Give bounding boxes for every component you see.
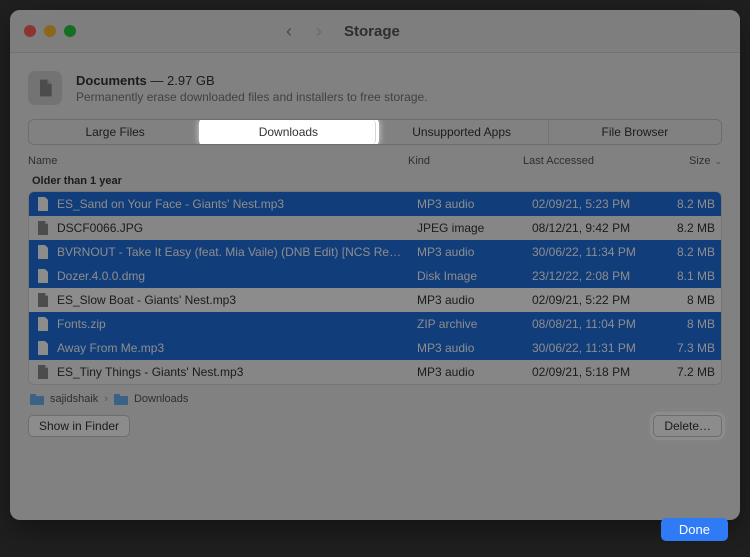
audio-file-icon <box>35 340 51 356</box>
table-row[interactable]: DSCF0066.JPGJPEG image08/12/21, 9:42 PM8… <box>29 216 721 240</box>
file-size: 8.2 MB <box>660 245 715 259</box>
folder-icon <box>30 394 44 405</box>
col-size[interactable]: Size⌄ <box>657 155 722 167</box>
file-list: ES_Sand on Your Face - Giants' Nest.mp3M… <box>28 191 722 385</box>
col-kind[interactable]: Kind <box>408 155 523 167</box>
nav-back-icon[interactable]: ‹ <box>286 21 292 42</box>
file-kind: MP3 audio <box>417 365 532 379</box>
dmg-file-icon <box>35 268 51 284</box>
col-last-accessed[interactable]: Last Accessed <box>523 155 657 167</box>
delete-button[interactable]: Delete… <box>653 415 722 437</box>
breadcrumb[interactable]: sajidshaik › Downloads <box>30 393 720 405</box>
table-row[interactable]: Fonts.zipZIP archive08/08/21, 11:04 PM8 … <box>29 312 721 336</box>
zoom-icon[interactable] <box>64 25 76 37</box>
table-row[interactable]: Away From Me.mp3MP3 audio30/06/22, 11:31… <box>29 336 721 360</box>
file-name: ES_Sand on Your Face - Giants' Nest.mp3 <box>57 197 417 211</box>
file-name: BVRNOUT - Take It Easy (feat. Mia Vaile)… <box>57 245 417 259</box>
nav-forward-icon[interactable]: › <box>316 21 322 42</box>
done-button[interactable]: Done <box>661 518 728 541</box>
column-headers: Name Kind Last Accessed Size⌄ <box>28 155 722 167</box>
file-date: 30/06/22, 11:31 PM <box>532 341 660 355</box>
file-date: 02/09/21, 5:23 PM <box>532 197 660 211</box>
file-kind: MP3 audio <box>417 245 532 259</box>
file-kind: MP3 audio <box>417 293 532 307</box>
file-size: 8 MB <box>660 317 715 331</box>
file-date: 02/09/21, 5:22 PM <box>532 293 660 307</box>
zip-file-icon <box>35 316 51 332</box>
file-name: Dozer.4.0.0.dmg <box>57 269 417 283</box>
table-row[interactable]: BVRNOUT - Take It Easy (feat. Mia Vaile)… <box>29 240 721 264</box>
documents-icon <box>28 71 62 105</box>
file-date: 08/12/21, 9:42 PM <box>532 221 660 235</box>
audio-file-icon <box>35 196 51 212</box>
folder-icon <box>114 394 128 405</box>
window-controls <box>24 25 76 37</box>
file-size: 8 MB <box>660 293 715 307</box>
file-name: DSCF0066.JPG <box>57 221 417 235</box>
window-title: Storage <box>344 23 400 40</box>
audio-file-icon <box>35 364 51 380</box>
tab-large-files[interactable]: Large Files <box>29 120 202 144</box>
chevron-down-icon: ⌄ <box>714 156 722 167</box>
file-date: 30/06/22, 11:34 PM <box>532 245 660 259</box>
file-kind: MP3 audio <box>417 197 532 211</box>
file-size: 7.2 MB <box>660 365 715 379</box>
file-size: 8.2 MB <box>660 197 715 211</box>
file-date: 23/12/22, 2:08 PM <box>532 269 660 283</box>
file-kind: MP3 audio <box>417 341 532 355</box>
file-kind: Disk Image <box>417 269 532 283</box>
table-row[interactable]: ES_Sand on Your Face - Giants' Nest.mp3M… <box>29 192 721 216</box>
minimize-icon[interactable] <box>44 25 56 37</box>
file-kind: JPEG image <box>417 221 532 235</box>
image-file-icon <box>35 220 51 236</box>
show-in-finder-button[interactable]: Show in Finder <box>28 415 130 437</box>
table-row[interactable]: Dozer.4.0.0.dmgDisk Image23/12/22, 2:08 … <box>29 264 721 288</box>
titlebar: ‹ › Storage <box>10 10 740 53</box>
file-size: 7.3 MB <box>660 341 715 355</box>
file-name: Away From Me.mp3 <box>57 341 417 355</box>
audio-file-icon <box>35 244 51 260</box>
col-name[interactable]: Name <box>28 155 408 167</box>
section-heading: Older than 1 year <box>10 167 740 191</box>
file-size: 8.1 MB <box>660 269 715 283</box>
category-tabs: Large Files Downloads Unsupported Apps F… <box>28 119 722 145</box>
table-row[interactable]: ES_Slow Boat - Giants' Nest.mp3MP3 audio… <box>29 288 721 312</box>
audio-file-icon <box>35 292 51 308</box>
page-header: Documents — 2.97 GB Permanently erase do… <box>10 53 740 119</box>
file-name: ES_Slow Boat - Giants' Nest.mp3 <box>57 293 417 307</box>
tab-downloads[interactable]: Downloads <box>202 120 375 144</box>
file-date: 08/08/21, 11:04 PM <box>532 317 660 331</box>
chevron-right-icon: › <box>104 393 108 405</box>
file-size: 8.2 MB <box>660 221 715 235</box>
file-date: 02/09/21, 5:18 PM <box>532 365 660 379</box>
file-name: Fonts.zip <box>57 317 417 331</box>
file-kind: ZIP archive <box>417 317 532 331</box>
file-name: ES_Tiny Things - Giants' Nest.mp3 <box>57 365 417 379</box>
storage-window: ‹ › Storage Documents — 2.97 GB Permanen… <box>10 10 740 520</box>
tab-unsupported-apps[interactable]: Unsupported Apps <box>376 120 549 144</box>
page-subtitle: Permanently erase downloaded files and i… <box>76 90 428 104</box>
table-row[interactable]: ES_Tiny Things - Giants' Nest.mp3MP3 aud… <box>29 360 721 384</box>
tab-file-browser[interactable]: File Browser <box>549 120 721 144</box>
page-title: Documents — 2.97 GB <box>76 73 428 88</box>
close-icon[interactable] <box>24 25 36 37</box>
